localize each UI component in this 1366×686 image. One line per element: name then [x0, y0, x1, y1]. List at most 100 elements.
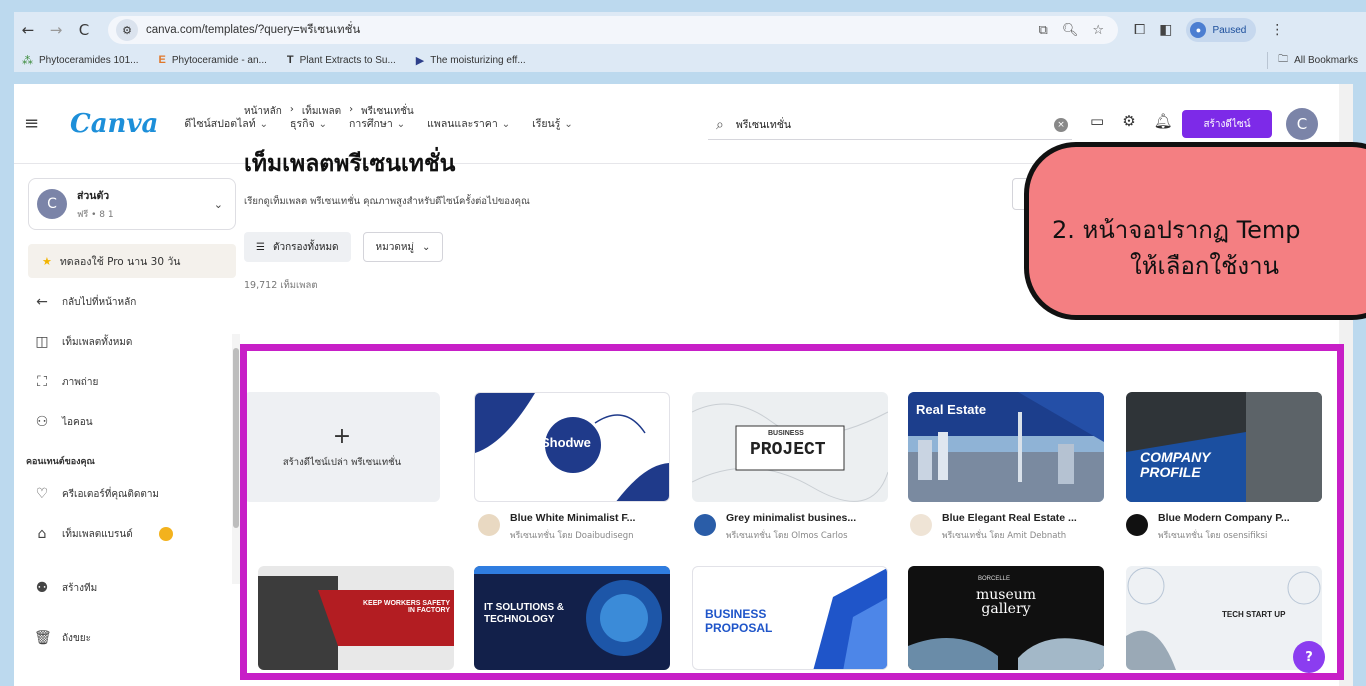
bookmark-item[interactable]: E Phytoceramide - an... [159, 54, 267, 66]
nav-label: ธุรกิจ [290, 118, 315, 130]
results-count: 19,712 เท็มเพลต [244, 280, 318, 291]
hamburger-menu-icon[interactable]: ≡ [24, 113, 52, 134]
scrollbar-thumb[interactable] [233, 348, 239, 528]
notification-bell-icon[interactable]: 🔔︎ [1154, 112, 1173, 130]
trash-icon: 🗑︎ [34, 630, 52, 646]
callout-line-1: 2. หน้าจอปรากฏ Temp [1052, 216, 1301, 244]
all-bookmarks-label: All Bookmarks [1294, 54, 1358, 66]
profile-paused-button[interactable]: ● Paused [1186, 18, 1257, 42]
paused-label: Paused [1212, 24, 1247, 36]
chevron-down-icon: ⌄ [213, 197, 223, 211]
bookmark-label: Phytoceramides 101... [39, 54, 139, 66]
section-heading: คอนเทนต์ของคุณ [26, 457, 95, 467]
url-text: canva.com/templates/?query=พรีเซนเทชั่น [146, 24, 361, 36]
back-arrow-icon[interactable]: ← [14, 16, 42, 44]
bookmark-label: Plant Extracts to Su... [299, 54, 396, 66]
pro-badge-icon [158, 527, 173, 541]
sidebar-item-creators[interactable]: ♡ ครีเอเตอร์ที่คุณติดตาม [34, 486, 159, 502]
shapes-icon: ⚇ [35, 414, 49, 430]
back-arrow-icon: ← [36, 294, 48, 310]
forward-arrow-icon[interactable]: → [42, 16, 70, 44]
sidebar-item-create-team[interactable]: ⚉ สร้างทีม [34, 580, 97, 596]
nav-label: เรียนรู้ [532, 118, 561, 130]
brand-kit-icon: ⌂ [37, 526, 47, 542]
category-dropdown[interactable]: หมวดหมู่ ⌄ [362, 232, 444, 262]
clear-search-icon[interactable]: × [1054, 117, 1068, 132]
bookmark-favicon-icon: ⁂ [22, 54, 33, 67]
sidebar-item-label: ภาพถ่าย [62, 376, 99, 388]
browser-right-controls: ⧠ ◧ ● Paused ⋮ [1134, 18, 1284, 42]
sidebar-item-all-templates[interactable]: ◫ เท็มเพลตทั้งหมด [34, 334, 132, 350]
callout-line-2: ให้เลือกใช้งาน [1130, 252, 1280, 280]
settings-gear-icon[interactable]: ⚙ [1122, 112, 1135, 130]
bookmark-item[interactable]: T Plant Extracts to Su... [287, 54, 396, 66]
chevron-right-icon: › [289, 104, 294, 115]
sidebar-item-brand-templates[interactable]: ⌂ เท็มเพลตแบรนด์ [34, 526, 173, 542]
nav-label: การศึกษา [349, 118, 393, 130]
bookmark-item[interactable]: ⁂ Phytoceramides 101... [22, 54, 139, 67]
create-design-button[interactable]: สร้างดีไซน์ [1182, 110, 1272, 138]
search-input[interactable]: ⌕ พรีเซนเทชั่น × [708, 110, 1072, 140]
sidebar-item-photos[interactable]: ⛶ ภาพถ่าย [34, 374, 98, 390]
browser-toolbar: ← → C ⚙ canva.com/templates/?query=พรีเซ… [14, 12, 1366, 48]
breadcrumb: หน้าหลัก › เท็มเพลต › พรีเซนเทชั่น [244, 104, 414, 119]
sidebar-item-label: ถังขยะ [62, 632, 92, 644]
breadcrumb-templates[interactable]: เท็มเพลต [302, 104, 341, 119]
menu-kebab-icon[interactable]: ⋮ [1270, 22, 1284, 38]
account-switcher[interactable]: C ส่วนตัว ฟรี • 8 1 ⌄ [28, 178, 236, 230]
back-to-home-link[interactable]: ← กลับไปที่หน้าหลัก [34, 294, 136, 310]
page-subtitle: เรียกดูเท็มเพลต พรีเซนเทชั่น คุณภาพสูงสำ… [244, 196, 530, 207]
desktop-app-icon[interactable]: ▭ [1090, 112, 1104, 130]
pro-trial-button[interactable]: ★ ทดลองใช้ Pro นาน 30 วัน [28, 244, 236, 278]
nav-item-plans[interactable]: แพลนและราคา ⌄ [427, 115, 510, 132]
header-icons: ▭ ⚙ 🔔︎ [1090, 112, 1173, 130]
sidebar-item-label: เท็มเพลตแบรนด์ [62, 528, 133, 540]
nav-label: ดีไซน์สปอตไลท์ [184, 118, 256, 130]
heart-icon: ♡ [35, 486, 49, 502]
sidebar-scrollbar[interactable] [232, 334, 240, 584]
sidebar-icon[interactable]: ◧ [1159, 22, 1172, 38]
bookmark-star-icon[interactable]: ☆ [1092, 23, 1104, 38]
sidebar-item-label: ครีเอเตอร์ที่คุณติดตาม [62, 488, 160, 500]
address-bar[interactable]: ⚙ canva.com/templates/?query=พรีเซนเทชั่… [108, 16, 1118, 44]
magic-search-icon: ⌕ [716, 116, 724, 133]
account-avatar: C [37, 189, 67, 219]
help-button[interactable]: ? [1293, 641, 1325, 673]
bookmark-item[interactable]: ▶ The moisturizing eff... [416, 54, 526, 67]
zoom-icon[interactable]: 🔍︎ [1062, 23, 1079, 38]
breadcrumb-home[interactable]: หน้าหลัก [244, 104, 282, 119]
reload-icon[interactable]: C [70, 16, 98, 44]
bookmark-label: The moisturizing eff... [430, 54, 526, 66]
site-settings-icon[interactable]: ⚙ [116, 19, 138, 41]
nav-item-learn[interactable]: เรียนรู้ ⌄ [532, 115, 573, 132]
bookmark-favicon-icon: T [286, 54, 294, 66]
sidebar-item-label: สร้างทีม [62, 582, 98, 594]
photo-icon: ⛶ [37, 374, 47, 390]
translate-icon[interactable]: ⧉ [1039, 23, 1048, 38]
user-avatar[interactable]: C [1286, 108, 1318, 140]
all-bookmarks-button[interactable]: 🗀 All Bookmarks [1267, 51, 1358, 69]
folder-icon: 🗀 [1278, 53, 1289, 65]
page-title: เท็มเพลตพรีเซนเทชั่น [244, 151, 456, 177]
bookmark-label: Phytoceramide - an... [171, 54, 267, 66]
breadcrumb-current: พรีเซนเทชั่น [361, 106, 414, 117]
bookmark-favicon-icon: E [158, 54, 166, 66]
extensions-icon[interactable]: ⧠ [1134, 22, 1145, 38]
sidebar: C ส่วนตัว ฟรี • 8 1 ⌄ ★ ทดลองใช้ Pro นาน… [14, 164, 240, 686]
sliders-icon: ☰ [256, 241, 265, 253]
chevron-down-icon: ⌄ [501, 119, 511, 130]
all-filters-button[interactable]: ☰ ตัวกรองทั้งหมด [244, 232, 351, 262]
search-value: พรีเซนเทชั่น [735, 119, 792, 131]
sidebar-item-label: เท็มเพลตทั้งหมด [62, 336, 133, 348]
sidebar-item-label: ไอคอน [62, 416, 93, 428]
chevron-down-icon: ⌄ [396, 119, 406, 130]
canva-logo[interactable]: Canva [70, 109, 158, 139]
chevron-down-icon: ⌄ [259, 119, 269, 130]
sidebar-item-icons[interactable]: ⚇ ไอคอน [34, 414, 93, 430]
filter-label: ตัวกรองทั้งหมด [272, 241, 339, 253]
sidebar-item-trash[interactable]: 🗑︎ ถังขยะ [34, 630, 91, 646]
crown-star-icon: ★ [42, 254, 52, 268]
account-name: ส่วนตัว [77, 190, 110, 202]
bookmark-favicon-icon: ▶ [415, 54, 425, 67]
chevron-down-icon: ⌄ [318, 119, 327, 130]
